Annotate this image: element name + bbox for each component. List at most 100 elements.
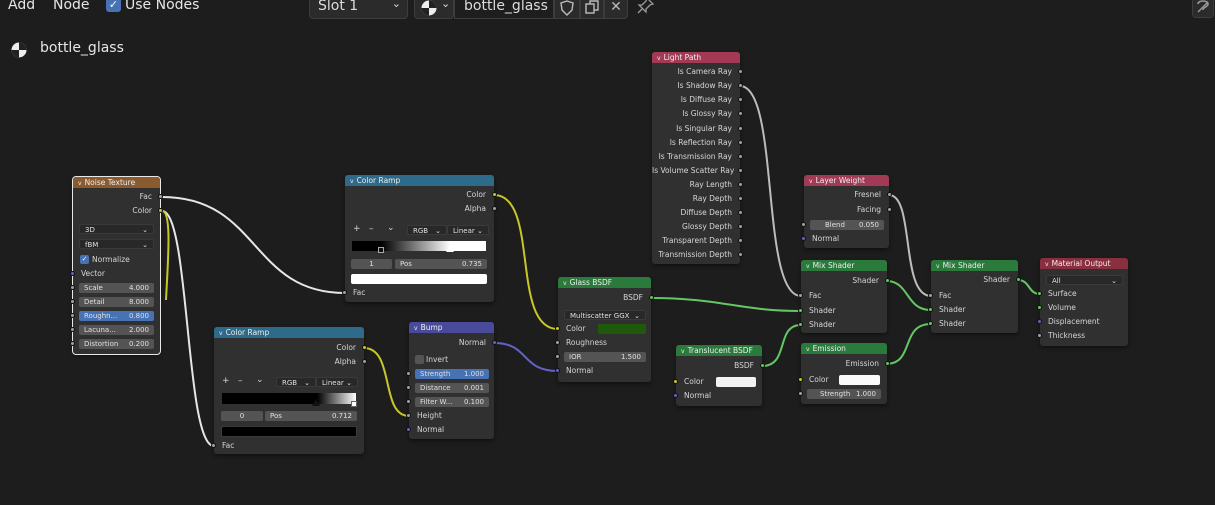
lacunarity-field[interactable]: Lacuna... 2.000 [79, 325, 154, 335]
socket[interactable] [362, 359, 367, 364]
interpolation-dropdown[interactable]: Linear ⌄ [316, 377, 358, 387]
color-mode-dropdown[interactable]: RGB ⌄ [276, 377, 316, 387]
glass-bsdf-node[interactable]: v Glass BSDF BSDF Multiscatter GGX ⌄ Color… [555, 277, 654, 382]
socket[interactable] [738, 154, 743, 159]
socket[interactable] [70, 313, 75, 318]
light-path-node[interactable]: v Light Path Is Camera Ray Is Shadow Ray … [652, 52, 743, 264]
socket[interactable] [555, 340, 560, 345]
node-header[interactable]: v Noise Texture [73, 177, 160, 188]
layer-weight-node[interactable]: v Layer Weight Fresnel Facing Blend 0.050 … [801, 175, 892, 248]
node-header[interactable]: v Layer Weight [804, 175, 889, 186]
unlink-material-button[interactable]: ✕ [604, 0, 628, 19]
node-header[interactable]: v Translucent BSDF [676, 345, 762, 356]
node-header[interactable]: v Material Output [1040, 258, 1128, 269]
dimensions-dropdown[interactable]: 3D ⌄ [79, 224, 154, 234]
socket[interactable] [801, 222, 806, 227]
node-header[interactable]: v Color Ramp [345, 175, 494, 186]
socket[interactable] [738, 111, 743, 116]
socket[interactable] [1037, 319, 1042, 324]
sidebar-toggle-button[interactable] [1192, 0, 1214, 18]
socket[interactable] [738, 140, 743, 145]
pin-button[interactable] [637, 0, 657, 16]
ior-field[interactable]: IOR 1.500 [564, 352, 646, 362]
socket[interactable] [70, 341, 75, 346]
normalize-checkbox[interactable]: ✓ [80, 255, 89, 264]
strength-field[interactable]: Strength 1.000 [807, 389, 881, 399]
chevron-down-icon[interactable]: ⌄ [256, 375, 264, 385]
socket[interactable] [211, 443, 216, 448]
socket[interactable] [928, 293, 933, 298]
socket[interactable] [70, 327, 75, 332]
emission-node[interactable]: v Emission Emission Color Strength 1.000 [798, 343, 890, 404]
material-output-node[interactable]: v Material Output All ⌄ Surface Volume Dis… [1037, 258, 1128, 346]
distance-field[interactable]: Distance 0.001 [415, 383, 489, 393]
distribution-dropdown[interactable]: Multiscatter GGX ⌄ [564, 310, 646, 320]
stop-index-field[interactable]: 1 [351, 259, 392, 269]
socket[interactable] [887, 192, 892, 197]
socket[interactable] [1037, 291, 1042, 296]
socket[interactable] [406, 371, 411, 376]
node-header[interactable]: v Emission [801, 343, 887, 354]
position-field[interactable]: Pos 0.735 [395, 259, 487, 269]
gradient-bar[interactable] [222, 393, 356, 404]
bump-node[interactable]: v Bump Normal Invert Strength 1.000 Distan… [406, 322, 497, 439]
socket[interactable] [738, 126, 743, 131]
stop-color-swatch[interactable] [351, 274, 487, 284]
node-editor[interactable]: Add Node ✓ Use Nodes Slot 1 ⌄ ⌄ bottle_g… [0, 0, 1215, 505]
color-swatch[interactable] [839, 375, 880, 385]
ramp-stop-active[interactable] [312, 399, 320, 406]
socket[interactable] [70, 285, 75, 290]
socket[interactable] [492, 340, 497, 345]
ramp-stop[interactable] [351, 401, 357, 407]
add-stop-button[interactable]: + [222, 376, 230, 386]
mix-shader-node[interactable]: v Mix Shader Shader Fac Shader Shader [798, 260, 890, 333]
socket[interactable] [887, 207, 892, 212]
socket[interactable] [798, 377, 803, 382]
stop-color-swatch[interactable] [221, 426, 357, 437]
socket[interactable] [673, 379, 678, 384]
chevron-down-icon[interactable]: ⌄ [387, 223, 395, 233]
socket[interactable] [798, 293, 803, 298]
socket[interactable] [738, 69, 743, 74]
socket[interactable] [555, 354, 560, 359]
add-menu[interactable]: Add [8, 0, 35, 13]
socket[interactable] [70, 271, 75, 276]
socket[interactable] [738, 252, 743, 257]
material-name-field[interactable]: bottle_glass [454, 0, 554, 19]
node-header[interactable]: v Mix Shader [931, 260, 1018, 271]
filter-width-field[interactable]: Filter W... 0.100 [415, 397, 489, 407]
socket[interactable] [1037, 333, 1042, 338]
socket[interactable] [406, 427, 411, 432]
socket[interactable] [555, 326, 560, 331]
socket[interactable] [406, 413, 411, 418]
socket[interactable] [673, 393, 678, 398]
interpolation-dropdown[interactable]: Linear ⌄ [447, 225, 489, 235]
color-ramp-node[interactable]: v Color Ramp Color Alpha + – ⌄ RGB ⌄ Linea… [211, 327, 367, 454]
socket[interactable] [738, 168, 743, 173]
translucent-bsdf-node[interactable]: v Translucent BSDF BSDF Color Normal [673, 345, 765, 406]
strength-field[interactable]: Strength 1.000 [415, 369, 489, 379]
socket[interactable] [738, 224, 743, 229]
socket[interactable] [158, 194, 163, 199]
scale-field[interactable]: Scale 4.000 [79, 283, 154, 293]
socket[interactable] [158, 208, 163, 213]
socket[interactable] [1016, 277, 1021, 282]
remove-stop-button[interactable]: – [369, 224, 374, 234]
duplicate-material-button[interactable] [580, 0, 604, 19]
socket[interactable] [928, 307, 933, 312]
mix-shader-node[interactable]: v Mix Shader Shader Fac Shader Shader [928, 260, 1021, 333]
socket[interactable] [492, 192, 497, 197]
socket[interactable] [362, 345, 367, 350]
socket[interactable] [738, 196, 743, 201]
socket[interactable] [738, 210, 743, 215]
socket[interactable] [406, 399, 411, 404]
noise-texture-node[interactable]: v Noise Texture Fac Color 3D ⌄ fBM ⌄ ✓ Norm… [70, 176, 163, 355]
noise-type-dropdown[interactable]: fBM ⌄ [79, 239, 154, 249]
detail-field[interactable]: Detail 8.000 [79, 297, 154, 307]
roughness-field[interactable]: Roughn... 0.800 [79, 311, 154, 321]
slot-dropdown[interactable]: Slot 1 ⌄ [309, 0, 408, 19]
socket[interactable] [342, 290, 347, 295]
node-header[interactable]: v Glass BSDF [558, 277, 651, 288]
socket[interactable] [738, 182, 743, 187]
socket[interactable] [885, 361, 890, 366]
